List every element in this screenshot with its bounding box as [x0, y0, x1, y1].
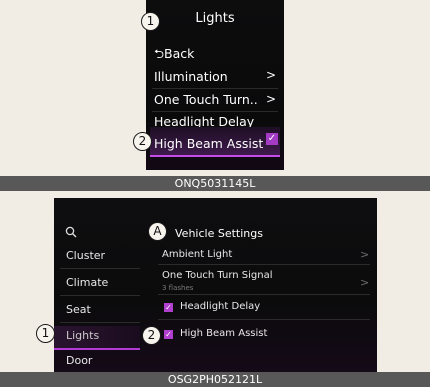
- vehicle-settings-panel: Cluster Climate Seat Lights Door: [54, 198, 377, 372]
- image-caption-top: ONQ5031145L: [0, 176, 430, 191]
- chevron-right-icon: >: [360, 248, 370, 261]
- chevron-right-icon: >: [360, 276, 370, 289]
- search-icon[interactable]: [65, 226, 77, 238]
- setting-high-beam-assist[interactable]: High Beam Assist: [180, 328, 267, 339]
- setting-headlight-delay[interactable]: Headlight Delay: [180, 301, 260, 312]
- divider: [60, 322, 140, 323]
- setting-ambient-light[interactable]: Ambient Light: [162, 249, 232, 260]
- divider: [152, 88, 278, 89]
- vehicle-settings-title: Vehicle Settings: [175, 227, 263, 240]
- divider: [158, 264, 370, 265]
- menu-item-high-beam-assist[interactable]: High Beam Assist: [154, 136, 263, 151]
- chevron-right-icon: >: [265, 68, 276, 82]
- callout-marker-1: 1: [141, 12, 160, 31]
- divider: [60, 268, 140, 269]
- sidebar-item-cluster[interactable]: Cluster: [66, 249, 105, 262]
- sidebar-item-door[interactable]: Door: [66, 354, 92, 367]
- setting-one-touch-turn-signal[interactable]: One Touch Turn Signal: [162, 270, 273, 281]
- divider: [60, 295, 140, 296]
- menu-item-one-touch-turn[interactable]: One Touch Turn..: [154, 92, 258, 107]
- chevron-right-icon: >: [265, 92, 276, 106]
- checkbox-checked-icon[interactable]: ✓: [164, 330, 173, 339]
- checkbox-checked-icon[interactable]: ✓: [164, 303, 173, 312]
- divider: [158, 319, 370, 320]
- checkbox-checked-icon[interactable]: ✓: [266, 133, 278, 145]
- sidebar-item-climate[interactable]: Climate: [66, 276, 108, 289]
- back-button[interactable]: ⮌Back: [154, 45, 194, 66]
- lights-title: Lights: [195, 11, 235, 26]
- callout-marker-a: A: [148, 222, 167, 241]
- lights-menu-panel: Lights ⮌Back Illumination > One Touch Tu…: [146, 0, 284, 170]
- divider: [158, 294, 370, 295]
- menu-item-illumination[interactable]: Illumination: [154, 69, 228, 84]
- sidebar-item-seat[interactable]: Seat: [66, 303, 91, 316]
- image-caption-bottom: OSG2PH052121L: [0, 372, 430, 387]
- callout-marker-2: 2: [133, 132, 152, 151]
- divider: [152, 111, 278, 112]
- setting-sub-value: 3 flashes: [162, 284, 194, 292]
- callout-marker-2: 2: [142, 326, 161, 345]
- sidebar-item-lights[interactable]: Lights: [66, 329, 99, 342]
- callout-marker-1: 1: [36, 324, 55, 343]
